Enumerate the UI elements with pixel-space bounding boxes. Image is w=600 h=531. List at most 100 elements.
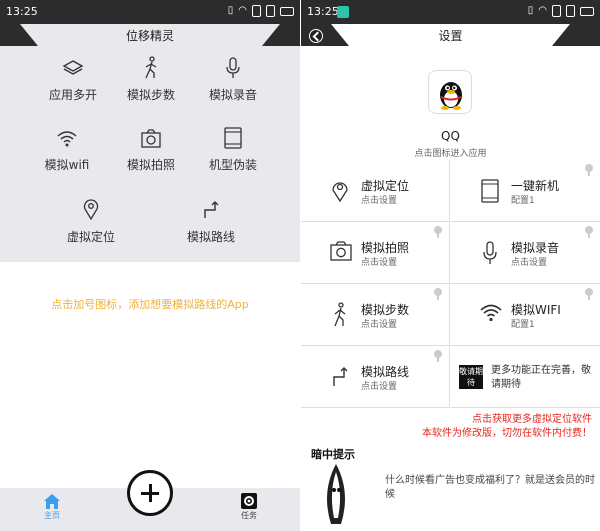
feature-label: 虚拟定位	[66, 230, 115, 244]
cell-sub: 配置1	[511, 320, 535, 330]
ad-line-2: 本软件为修改版，切勿在软件内付费！	[422, 428, 592, 439]
cell-recording[interactable]: 模拟录音 点击设置	[451, 222, 600, 284]
nav-home[interactable]: 主页	[32, 492, 72, 521]
sim2-icon	[566, 5, 575, 17]
app-hint: 点击图标进入应用	[414, 149, 487, 159]
cell-steps[interactable]: 模拟步数 点击设置	[301, 284, 450, 346]
page-title: 设置	[438, 29, 463, 43]
walking-person-icon	[145, 56, 157, 79]
status-bar: 13:25 ▯ ◠	[301, 0, 600, 24]
microphone-icon	[483, 241, 497, 264]
feature-recording[interactable]: 模拟录音	[188, 56, 278, 103]
feature-label: 模拟录音	[208, 88, 257, 102]
pin-marker-icon	[585, 288, 593, 300]
add-app-button[interactable]	[127, 470, 173, 516]
gear-icon	[241, 493, 257, 509]
pin-marker-icon	[585, 164, 593, 176]
battery-icon	[580, 6, 594, 16]
sim2-icon	[266, 5, 275, 17]
status-time: 13:25	[6, 5, 38, 18]
wifi-icon	[480, 304, 502, 322]
cell-title: 一键新机	[511, 179, 560, 193]
feature-device-disguise[interactable]: 机型伪装	[188, 126, 278, 173]
ad-logo[interactable]: 暗中提示	[311, 446, 369, 528]
phone-device-icon	[224, 127, 242, 149]
app-name: QQ	[441, 129, 460, 143]
camera-icon	[141, 129, 161, 148]
cell-title: 模拟拍照	[361, 241, 410, 255]
nav-home-label: 主页	[44, 511, 60, 520]
wifi-status-icon: ◠	[238, 5, 247, 16]
cell-title: 虚拟定位	[361, 179, 410, 193]
vibrate-icon: ▯	[527, 5, 534, 16]
feature-steps[interactable]: 模拟步数	[106, 56, 196, 103]
home-icon	[44, 494, 60, 509]
ad-warning[interactable]: 点击获取更多虚拟定位软件 本软件为修改版，切勿在软件内付费！	[422, 413, 592, 441]
cell-sub: 配置1	[511, 196, 535, 206]
location-pin-icon	[83, 199, 99, 221]
feature-label: 应用多开	[48, 88, 97, 102]
nav-tasks-label: 任务	[241, 511, 257, 520]
sim-icon	[552, 5, 561, 17]
wifi-icon	[57, 131, 77, 147]
cell-title: 模拟录音	[511, 241, 560, 255]
coming-soon-badge: 敬请期待	[459, 365, 483, 389]
vibrate-icon: ▯	[227, 5, 234, 16]
settings-grid: 虚拟定位 点击设置 一键新机 配置1 模拟拍照 点击设置 模拟录音 点击设置 模…	[301, 160, 600, 408]
cell-sub: 点击设置	[361, 320, 398, 330]
cell-wifi[interactable]: 模拟WIFI 配置1	[451, 284, 600, 346]
status-time: 13:25	[307, 5, 339, 18]
mascot-illustration-icon	[327, 464, 345, 524]
layers-icon	[62, 60, 84, 75]
left-screen: 13:25 ▯ ◠ 位移精灵 应用多开 模拟步数 模拟录音 模拟wifi 模拟拍…	[0, 0, 300, 531]
cell-sub: 点击设置	[511, 258, 548, 268]
cell-route[interactable]: 模拟路线 点击设置	[301, 346, 450, 408]
feature-location[interactable]: 虚拟定位	[46, 198, 136, 245]
feature-grid: 应用多开 模拟步数 模拟录音 模拟wifi 模拟拍照 机型伪装 虚拟定位 模拟路…	[0, 46, 300, 262]
coming-soon-text: 更多功能正在完善，敬请期待	[491, 365, 591, 390]
feature-label: 模拟步数	[126, 88, 175, 102]
feature-label: 模拟拍照	[126, 158, 175, 172]
phone-device-icon	[481, 179, 499, 203]
cell-new-device[interactable]: 一键新机 配置1	[451, 160, 600, 222]
cell-coming-soon: 敬请期待 更多功能正在完善，敬请期待	[451, 346, 600, 408]
pin-marker-icon	[434, 288, 442, 300]
microphone-icon	[226, 57, 240, 78]
ad-logo-text: 暗中提示	[311, 448, 355, 461]
pin-marker-icon	[434, 350, 442, 362]
feature-route[interactable]: 模拟路线	[166, 198, 256, 245]
feature-label: 机型伪装	[208, 158, 257, 172]
feature-label: 模拟路线	[186, 230, 235, 244]
add-app-hint: 点击加号图标，添加想要模拟路线的App	[51, 298, 249, 311]
cell-location[interactable]: 虚拟定位 点击设置	[301, 160, 450, 222]
battery-icon	[280, 6, 294, 16]
feature-multi-open[interactable]: 应用多开	[28, 58, 118, 103]
status-bar: 13:25 ▯ ◠	[0, 0, 300, 24]
right-screen: 13:25 ▯ ◠ 设置 QQ 点击图标进入应用 虚拟定位 点击设置 一键新机 …	[301, 0, 600, 531]
route-arrow-icon	[333, 367, 348, 386]
notification-app-icon	[337, 6, 349, 18]
camera-icon	[330, 241, 352, 261]
pin-marker-icon	[585, 226, 593, 238]
location-pin-icon	[332, 182, 348, 203]
ad-line-1: 点击获取更多虚拟定位软件	[472, 414, 592, 425]
feature-camera[interactable]: 模拟拍照	[106, 128, 196, 173]
page-title: 位移精灵	[125, 29, 174, 43]
cell-title: 模拟WIFI	[511, 303, 561, 317]
cell-sub: 点击设置	[361, 382, 398, 392]
cell-title: 模拟步数	[361, 303, 410, 317]
cell-camera[interactable]: 模拟拍照 点击设置	[301, 222, 450, 284]
pin-marker-icon	[434, 226, 442, 238]
nav-tasks[interactable]: 任务	[229, 492, 269, 521]
feature-label: 模拟wifi	[44, 158, 90, 172]
cell-sub: 点击设置	[361, 196, 398, 206]
feature-wifi[interactable]: 模拟wifi	[22, 128, 112, 173]
cell-title: 模拟路线	[361, 365, 410, 379]
penguin-icon	[440, 82, 462, 110]
app-header: QQ 点击图标进入应用	[301, 46, 600, 160]
walking-person-icon	[334, 302, 346, 327]
ad-body-text: 什么时候看广告也变成福利了？就是送会员的时候	[385, 475, 595, 500]
wifi-status-icon: ◠	[538, 5, 547, 16]
cell-sub: 点击设置	[361, 258, 398, 268]
qq-app-icon[interactable]	[428, 70, 472, 114]
